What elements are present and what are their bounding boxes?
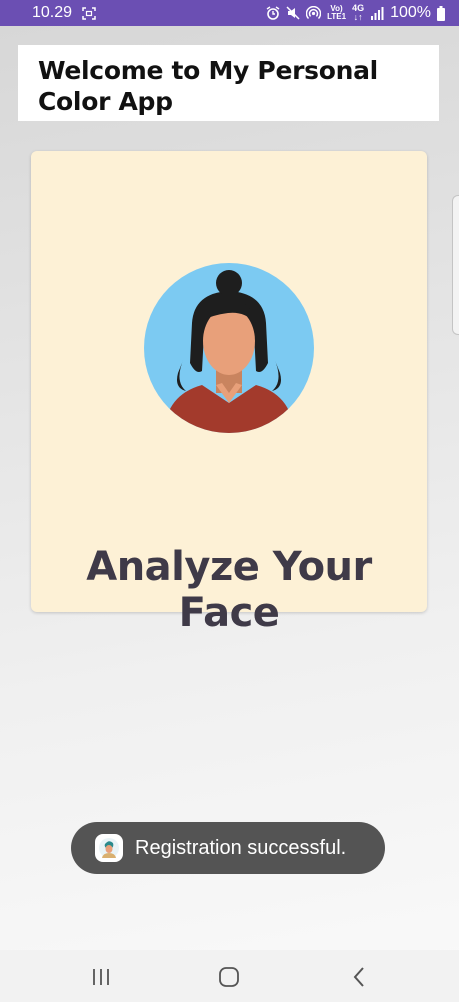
recent-apps-icon[interactable]	[86, 964, 116, 990]
toast-message: Registration successful.	[71, 822, 385, 874]
back-icon[interactable]	[344, 964, 374, 990]
mute-icon	[286, 6, 300, 20]
battery-percent: 100%	[390, 4, 431, 21]
edge-panel-handle[interactable]	[452, 195, 459, 335]
signal-icon	[370, 6, 384, 20]
alarm-icon	[266, 6, 280, 20]
toast-text: Registration successful.	[135, 836, 347, 859]
woman-avatar-illustration	[144, 263, 314, 433]
home-icon[interactable]	[214, 964, 244, 990]
app-icon	[95, 834, 123, 862]
navigation-bar	[0, 950, 459, 1002]
battery-icon	[437, 5, 445, 21]
screenshot-icon	[82, 6, 96, 20]
page-title: Welcome to My Personal Color App	[38, 56, 378, 116]
app-header: Welcome to My Personal Color App	[18, 45, 439, 121]
status-bar: 10.29 Vo) LTE1 4G ↓↑ 100%	[0, 0, 459, 26]
hotspot-icon	[306, 5, 322, 21]
card-heading: Analyze Your Face	[86, 544, 372, 636]
network-4g-icon: 4G ↓↑	[352, 3, 365, 22]
analyze-face-card[interactable]: Analyze Your Face	[31, 151, 427, 636]
volte-icon: Vo) LTE1	[327, 4, 347, 21]
status-time: 10.29	[32, 4, 73, 21]
